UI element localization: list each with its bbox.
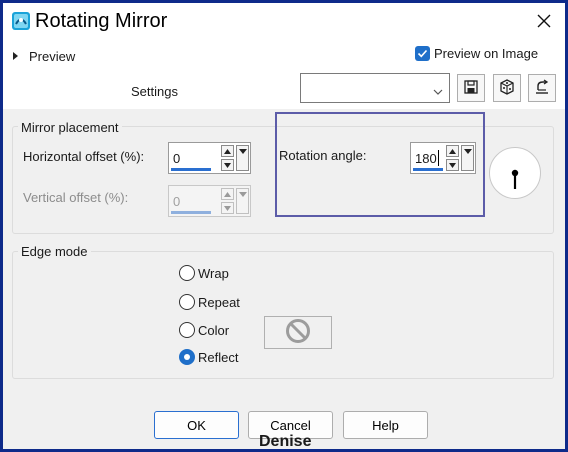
radio-reflect-label: Reflect (198, 349, 239, 365)
vertical-offset-dropdown-icon (236, 188, 249, 214)
value-underline (171, 211, 211, 214)
radio-repeat[interactable]: Repeat (179, 294, 240, 310)
radio-unchecked-icon[interactable] (179, 322, 195, 338)
radio-color[interactable]: Color (179, 322, 229, 338)
vertical-offset-spinbox: 0 (168, 185, 251, 217)
save-preset-button[interactable] (457, 74, 485, 102)
radio-wrap-label: Wrap (198, 265, 229, 281)
preview-toggle[interactable]: Preview (13, 47, 75, 65)
app-icon (11, 11, 31, 31)
expand-triangle-icon[interactable] (13, 52, 18, 60)
increment-up-icon (221, 188, 234, 200)
value-underline (413, 168, 443, 171)
ok-button[interactable]: OK (154, 411, 239, 439)
increment-up-icon[interactable] (446, 145, 459, 157)
vertical-offset-value: 0 (173, 194, 181, 209)
no-color-icon (285, 318, 311, 347)
radio-unchecked-icon[interactable] (179, 265, 195, 281)
help-button[interactable]: Help (343, 411, 428, 439)
reset-button[interactable] (528, 74, 556, 102)
vertical-offset-label: Vertical offset (%): (23, 190, 129, 205)
horizontal-offset-steppers (221, 145, 235, 173)
horizontal-offset-dropdown-icon[interactable] (236, 145, 249, 171)
increment-up-icon[interactable] (221, 145, 234, 157)
close-icon[interactable] (531, 8, 557, 34)
horizontal-offset-label: Horizontal offset (%): (23, 149, 145, 164)
rotation-dial[interactable] (489, 147, 541, 199)
dial-needle-icon (511, 169, 519, 189)
preview-label: Preview (29, 48, 76, 64)
dice-icon (499, 78, 515, 98)
horizontal-offset-spinbox[interactable]: 0 (168, 142, 251, 174)
checkbox-checked-icon[interactable] (415, 46, 430, 61)
save-icon (463, 79, 479, 98)
rotation-angle-value[interactable]: 180 (415, 151, 437, 166)
watermark-text: Denise (259, 433, 312, 450)
radio-color-label: Color (198, 322, 230, 338)
randomize-button[interactable] (493, 74, 521, 102)
horizontal-offset-value[interactable]: 0 (173, 151, 180, 166)
rotation-angle-label: Rotation angle: (279, 148, 367, 163)
decrement-down-icon[interactable] (446, 159, 459, 171)
text-caret (438, 150, 439, 166)
rotation-angle-dropdown-icon[interactable] (461, 145, 474, 171)
radio-unchecked-icon[interactable] (179, 294, 195, 310)
value-underline (171, 168, 211, 171)
color-swatch-button (264, 316, 332, 349)
radio-repeat-label: Repeat (198, 294, 240, 310)
preview-on-image-checkbox[interactable]: Preview on Image (415, 46, 538, 61)
edge-mode-group (12, 251, 554, 379)
settings-label: Settings (131, 84, 178, 99)
window-title: Rotating Mirror (35, 10, 168, 32)
reset-icon (534, 78, 550, 98)
radio-reflect[interactable]: Reflect (179, 349, 238, 365)
title-bar: Rotating Mirror (3, 3, 565, 41)
decrement-down-icon (221, 202, 234, 214)
radio-wrap[interactable]: Wrap (179, 265, 229, 281)
preset-combobox[interactable] (300, 73, 450, 103)
vertical-offset-steppers (221, 188, 235, 216)
rotation-angle-steppers (446, 145, 460, 173)
chevron-down-icon[interactable] (433, 84, 443, 99)
edge-mode-title: Edge mode (18, 244, 91, 259)
preview-on-image-label: Preview on Image (434, 46, 539, 61)
mirror-placement-title: Mirror placement (18, 120, 122, 135)
dialog-window: Rotating Mirror Preview Preview on Image… (3, 3, 565, 450)
radio-checked-icon[interactable] (179, 349, 195, 365)
decrement-down-icon[interactable] (221, 159, 234, 171)
rotation-angle-spinbox[interactable]: 180 (410, 142, 476, 174)
